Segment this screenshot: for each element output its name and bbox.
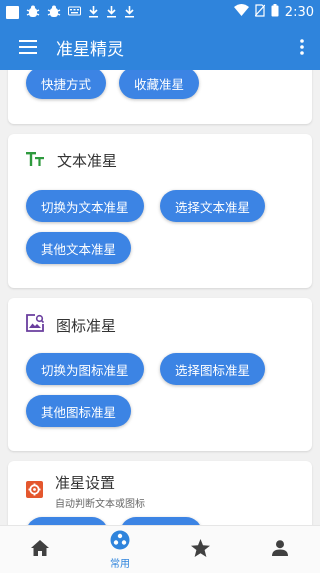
switch-to-text-button[interactable]: 切换为文本准星 [26, 190, 144, 222]
app-title: 准星精灵 [56, 39, 124, 60]
shortcut-button[interactable]: 快捷方式 [26, 70, 107, 99]
nav-favorites[interactable] [160, 526, 240, 573]
no-sim-icon [254, 3, 266, 21]
more-vert-icon[interactable] [284, 24, 320, 70]
card-title: 文本准星 [57, 152, 118, 170]
settings-button-partial[interactable] [26, 517, 108, 525]
keyboard-icon [68, 6, 81, 18]
crosshair-settings-card: 准星设置 自动判断文本或图标 [8, 461, 312, 525]
image-crosshair-card: 图标准星 切换为图标准星 选择图标准星 其他图标准星 [8, 298, 312, 451]
bug-icon [47, 5, 61, 20]
battery-icon [271, 3, 279, 21]
text-crosshair-card: 文本准星 切换为文本准星 选择文本准星 其他文本准星 [8, 134, 312, 288]
app-bar: 准星精灵 [0, 24, 320, 70]
settings-gear-icon [26, 481, 43, 502]
wifi-icon [233, 4, 249, 20]
bug-icon [26, 5, 40, 20]
card-subtitle: 自动判断文本或图标 [55, 499, 145, 510]
nav-home[interactable] [0, 526, 80, 573]
other-image-button[interactable]: 其他图标准星 [26, 395, 132, 427]
download-icon [124, 5, 135, 20]
nav-label: 常用 [110, 558, 130, 570]
shortcuts-card: 快捷方式 收藏准星 [8, 70, 312, 124]
image-search-icon [26, 314, 45, 336]
menu-icon[interactable] [0, 24, 56, 70]
favorite-crosshair-button[interactable]: 收藏准星 [119, 70, 200, 99]
person-icon [272, 539, 288, 560]
content-area[interactable]: 快捷方式 收藏准星 文本准星 切换为文本准星 选择文本准星 其他文本准星 图标准… [0, 70, 320, 525]
nav-common[interactable]: 常用 [80, 526, 160, 573]
select-image-button[interactable]: 选择图标准星 [160, 353, 266, 385]
download-icon [106, 5, 117, 20]
card-title: 准星设置 [55, 474, 116, 492]
common-icon [110, 530, 130, 554]
select-text-button[interactable]: 选择文本准星 [160, 190, 266, 222]
switch-to-image-button[interactable]: 切换为图标准星 [26, 353, 144, 385]
notification-square-icon [6, 5, 19, 19]
settings-button-partial[interactable] [120, 517, 202, 525]
download-icon [88, 5, 99, 20]
star-icon [190, 538, 210, 561]
bottom-nav: 常用 [0, 525, 320, 573]
nav-profile[interactable] [240, 526, 320, 573]
status-bar: 2:30 [0, 0, 320, 24]
card-title: 图标准星 [56, 316, 117, 335]
text-format-icon [26, 151, 45, 170]
home-icon [31, 539, 49, 560]
status-time: 2:30 [284, 4, 314, 20]
other-text-button[interactable]: 其他文本准星 [26, 232, 132, 264]
